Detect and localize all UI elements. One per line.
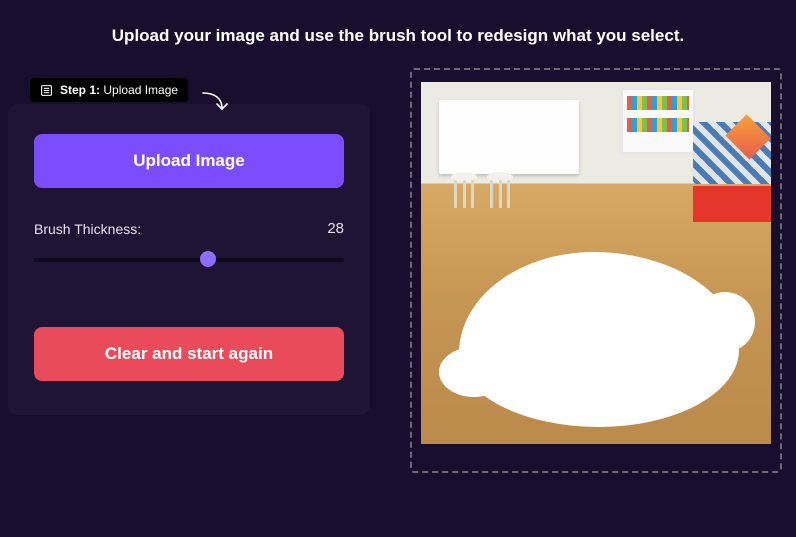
brush-thickness-slider[interactable] (34, 251, 344, 267)
step-prefix: Step 1: (60, 83, 100, 97)
upload-image-button[interactable]: Upload Image (34, 134, 344, 188)
brush-thickness-value: 28 (327, 220, 344, 237)
room-stool (487, 172, 513, 208)
main-layout: Step 1: Upload Image Upload Image Brush … (0, 46, 796, 473)
controls-panel: Step 1: Upload Image Upload Image Brush … (8, 66, 370, 473)
clear-start-again-button[interactable]: Clear and start again (34, 327, 344, 381)
step-tag: Step 1: Upload Image (30, 78, 188, 102)
room-shelf (621, 88, 695, 154)
step-name: Upload Image (103, 83, 178, 97)
controls-card: Upload Image Brush Thickness: 28 Clear a… (8, 104, 370, 415)
page-heading: Upload your image and use the brush tool… (0, 0, 796, 46)
image-canvas-dropzone[interactable] (410, 68, 782, 473)
room-stool (451, 172, 477, 208)
list-icon (40, 84, 53, 97)
brush-thickness-row: Brush Thickness: 28 (34, 220, 344, 237)
slider-track (34, 258, 344, 262)
uploaded-image-preview[interactable] (421, 82, 771, 444)
room-desk (439, 100, 579, 174)
step-label: Step 1: Upload Image (60, 83, 178, 97)
brush-thickness-label: Brush Thickness: (34, 221, 141, 237)
slider-thumb[interactable] (200, 251, 216, 267)
room-bed (693, 122, 771, 222)
curved-arrow-icon (200, 90, 232, 121)
